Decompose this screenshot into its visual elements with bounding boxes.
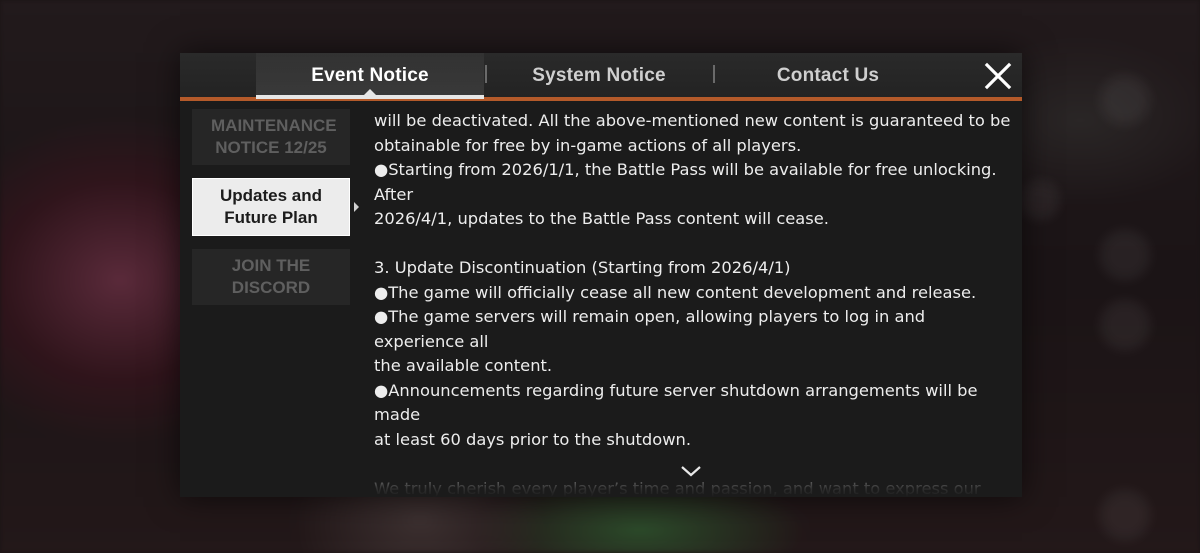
background-blur-shape xyxy=(1100,490,1150,540)
notice-dialog: Event Notice System Notice Contact Us MA… xyxy=(180,53,1022,497)
close-icon xyxy=(984,62,1012,90)
background-blur-shape xyxy=(1100,230,1150,280)
background-blur-shape xyxy=(1020,180,1060,220)
notice-line: ●The game will officially cease all new … xyxy=(374,282,977,302)
notice-line: 3. Update Discontinuation (Starting from… xyxy=(374,258,791,277)
close-button[interactable] xyxy=(982,60,1014,92)
active-tab-indicator xyxy=(256,95,484,99)
notice-body[interactable]: will be deactivated. All the above-menti… xyxy=(374,109,1014,497)
background-blur-shape xyxy=(1100,75,1150,125)
notice-line: 2026/4/1, updates to the Battle Pass con… xyxy=(374,209,829,228)
notice-line: will be deactivated. All the above-menti… xyxy=(374,111,1011,130)
tab-system-notice[interactable]: System Notice xyxy=(486,53,712,97)
sidebar-item-maintenance-notice[interactable]: MAINTENANCE NOTICE 12/25 xyxy=(192,109,350,165)
chevron-down-icon[interactable] xyxy=(680,464,702,478)
notice-line: ●The game servers will remain open, allo… xyxy=(374,307,926,351)
sidebar-item-label: Updates and Future Plan xyxy=(219,186,323,227)
sidebar-item-label: MAINTENANCE NOTICE 12/25 xyxy=(211,116,337,157)
notice-line: obtainable for free by in-game actions o… xyxy=(374,135,802,155)
tab-bar: Event Notice System Notice Contact Us xyxy=(180,53,1022,101)
active-tab-marker xyxy=(364,89,376,95)
sidebar-item-join-discord[interactable]: JOIN THE DISCORD xyxy=(192,249,350,305)
notice-line: at least 60 days prior to the shutdown. xyxy=(374,429,691,449)
notice-line: ●Announcements regarding future server s… xyxy=(374,380,978,425)
selected-arrow-icon xyxy=(354,202,359,212)
notice-line: ●Starting from 2026/1/1, the Battle Pass… xyxy=(374,160,997,204)
sidebar-item-label: JOIN THE DISCORD xyxy=(231,256,311,297)
tab-contact-us[interactable]: Contact Us xyxy=(714,53,942,97)
notice-line: the available content. xyxy=(374,356,553,375)
background-blur-shape xyxy=(1100,300,1150,350)
sidebar-item-updates-future-plan[interactable]: Updates and Future Plan xyxy=(192,178,359,236)
